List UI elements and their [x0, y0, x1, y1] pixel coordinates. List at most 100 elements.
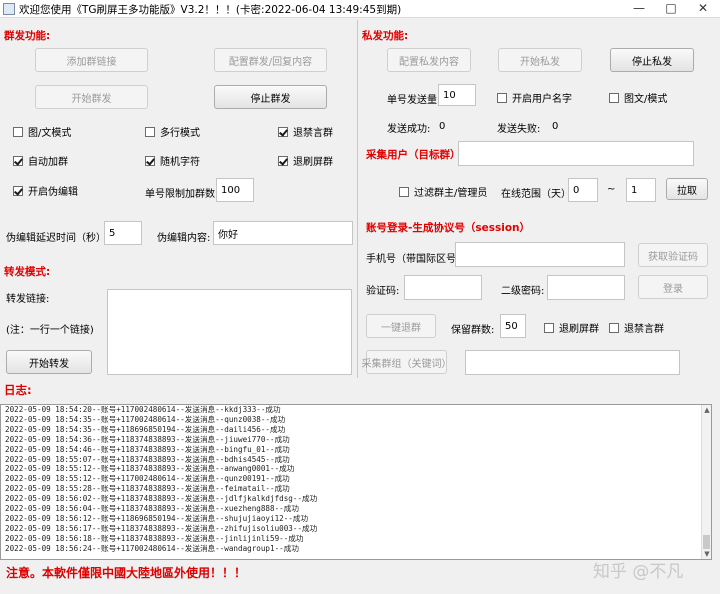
checkbox-label: 多行模式 [160, 128, 200, 139]
join-limit-label: 单号限制加群数: [145, 189, 219, 200]
start-forward-button[interactable]: 开始转发 [6, 350, 92, 374]
online-range-to-input[interactable]: 1 [626, 178, 656, 202]
delay-input[interactable]: 5 [104, 221, 142, 245]
login-section-title: 账号登录-生成协议号（session） [366, 222, 531, 234]
checkbox-label: 过滤群主/管理员 [414, 188, 488, 199]
stop-private-send-button[interactable]: 停止私发 [610, 48, 694, 72]
scroll-down-icon[interactable]: ▼ [702, 549, 711, 559]
online-range-from-input[interactable]: 0 [568, 178, 598, 202]
forward-links-textarea[interactable] [107, 289, 352, 375]
random-char-checkbox[interactable]: 随机字符 [145, 153, 200, 168]
join-limit-input[interactable]: 100 [216, 178, 254, 202]
send-fail-value: 0 [552, 121, 559, 132]
forward-link-label: 转发链接: [6, 294, 50, 305]
delay-label: 伪编辑延迟时间（秒）: [6, 233, 110, 244]
checkbox-box [609, 322, 619, 333]
target-group-input[interactable] [458, 141, 694, 166]
log-line: 2022-05-09 18:54:20--账号+117002480614--发送… [5, 405, 281, 414]
second-password-label: 二级密码: [501, 286, 545, 297]
log-line: 2022-05-09 18:56:17--账号+118374838893--发送… [5, 523, 318, 533]
add-group-link-button[interactable]: 添加群链接 [35, 48, 148, 72]
pull-users-button[interactable]: 拉取 [666, 178, 708, 200]
watermark: 知乎 @不凡 [593, 562, 684, 582]
panel-divider [357, 20, 358, 378]
collect-groups-keyword-button[interactable]: 采集群组（关键词） [362, 350, 452, 374]
online-range-label: 在线范围（天） [501, 189, 571, 200]
log-box[interactable]: 2022-05-09 18:54:20--账号+117002480614--发送… [0, 404, 712, 560]
checkbox-label: 自动加群 [28, 157, 68, 168]
log-line: 2022-05-09 18:55:07--账号+118374838893--发送… [5, 454, 290, 464]
log-line: 2022-05-09 18:54:35--账号+118696850194--发送… [5, 424, 286, 434]
close-button[interactable]: ✕ [688, 1, 718, 17]
start-group-send-button[interactable]: 开始群发 [35, 85, 148, 109]
login-button[interactable]: 登录 [638, 275, 708, 299]
start-private-send-button[interactable]: 开始私发 [498, 48, 582, 72]
log-lines: 2022-05-09 18:54:20--账号+117002480614--发送… [1, 405, 711, 554]
stop-group-send-button[interactable]: 停止群发 [214, 85, 327, 109]
edit-content-input[interactable]: 你好 [213, 221, 353, 245]
log-line: 2022-05-09 18:54:46--账号+118374838893--发送… [5, 444, 290, 454]
checkbox-box [13, 155, 23, 166]
log-line: 2022-05-09 18:56:18--账号+118374838893--发送… [5, 533, 304, 543]
code-input[interactable] [404, 275, 482, 300]
filter-admins-checkbox[interactable]: 过滤群主/管理员 [399, 184, 487, 199]
log-line: 2022-05-09 18:55:28--账号+118374838893--发送… [5, 484, 290, 494]
auto-join-checkbox[interactable]: 自动加群 [13, 153, 68, 168]
minimize-button[interactable]: — [624, 1, 654, 17]
checkbox-label: 开启用户名字 [512, 94, 572, 105]
usage-warning: 注意。本軟件僅限中國大陸地區外使用！！！ [6, 566, 247, 580]
maximize-button[interactable]: □ [656, 1, 686, 17]
app-icon [3, 3, 15, 15]
checkbox-box [145, 155, 155, 166]
checkbox-label: 图文/模式 [624, 94, 668, 105]
group-section-title: 群发功能: [4, 30, 51, 42]
log-line: 2022-05-09 18:56:02--账号+118374838893--发送… [5, 494, 318, 504]
leave-all-groups-button[interactable]: 一键退群 [366, 314, 436, 338]
scroll-up-icon[interactable]: ▲ [702, 405, 711, 415]
log-line: 2022-05-09 18:56:12--账号+118696850194--发送… [5, 513, 309, 523]
checkbox-label: 随机字符 [160, 157, 200, 168]
log-line: 2022-05-09 18:55:12--账号+118374838893--发送… [5, 464, 295, 474]
keep-groups-input[interactable]: 50 [500, 314, 526, 338]
private-image-text-checkbox[interactable]: 图文/模式 [609, 90, 667, 105]
log-line: 2022-05-09 18:56:04--账号+118374838893--发送… [5, 504, 299, 514]
multiline-mode-checkbox[interactable]: 多行模式 [145, 124, 200, 139]
log-line: 2022-05-09 18:54:36--账号+118374838893--发送… [5, 434, 290, 444]
checkbox-label: 图/文模式 [28, 128, 72, 139]
log-title: 日志: [4, 383, 32, 397]
image-text-mode-checkbox[interactable]: 图/文模式 [13, 124, 71, 139]
window-title: 欢迎您使用《TG刷屏王多功能版》V3.2！！！(卡密:2022-06-04 13… [19, 4, 402, 16]
scroll-thumb[interactable] [703, 535, 710, 549]
log-line: 2022-05-09 18:55:12--账号+117002480614--发送… [5, 474, 290, 484]
send-success-label: 发送成功: [387, 124, 431, 135]
get-code-button[interactable]: 获取验证码 [638, 243, 708, 267]
checkbox-box [13, 185, 23, 196]
collect-section-title: 采集用户（目标群） [366, 149, 461, 161]
checkbox-box [544, 322, 554, 333]
config-group-content-button[interactable]: 配置群发/回复内容 [214, 48, 327, 72]
checkbox-label: 退禁言群 [624, 324, 664, 335]
leave-spam-groups-checkbox[interactable]: 退刷屏群 [278, 153, 333, 168]
second-password-input[interactable] [547, 275, 625, 300]
leave-muted-groups-checkbox[interactable]: 退禁言群 [278, 124, 333, 139]
forward-section-title: 转发模式: [4, 266, 51, 278]
send-count-input[interactable]: 10 [438, 84, 476, 106]
enable-username-checkbox[interactable]: 开启用户名字 [497, 90, 572, 105]
send-success-value: 0 [439, 121, 446, 132]
checkbox-box [13, 126, 23, 137]
keyword-input[interactable] [465, 350, 680, 375]
checkbox-box [278, 155, 288, 166]
phone-input[interactable] [455, 242, 625, 267]
config-private-content-button[interactable]: 配置私发内容 [387, 48, 471, 72]
checkbox-label: 退刷屏群 [293, 157, 333, 168]
range-separator: ~ [607, 184, 616, 195]
keep-groups-label: 保留群数: [451, 325, 495, 336]
phone-label: 手机号（带国际区号） [366, 254, 466, 265]
login-leave-spam-checkbox[interactable]: 退刷屏群 [544, 320, 599, 335]
pseudo-edit-checkbox[interactable]: 开启伪编辑 [13, 183, 78, 198]
title-bar: 欢迎您使用《TG刷屏王多功能版》V3.2！！！(卡密:2022-06-04 13… [0, 0, 720, 18]
checkbox-label: 退刷屏群 [559, 324, 599, 335]
send-fail-label: 发送失败: [497, 124, 541, 135]
log-scrollbar[interactable]: ▲ ▼ [701, 405, 711, 559]
login-leave-muted-checkbox[interactable]: 退禁言群 [609, 320, 664, 335]
